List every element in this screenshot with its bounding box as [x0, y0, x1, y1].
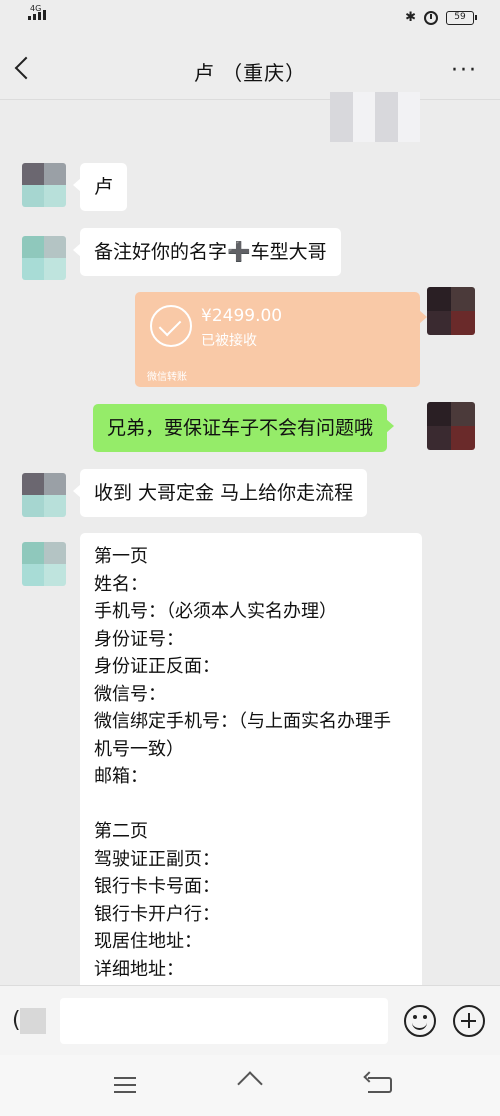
- check-icon: [150, 305, 192, 347]
- transfer-card[interactable]: ¥2499.00 已被接收 微信转账: [135, 292, 427, 387]
- home-icon[interactable]: [238, 1073, 262, 1097]
- status-bar: 4G ✱ 59: [0, 0, 500, 38]
- status-icons: ✱ 59: [405, 10, 477, 25]
- signal-indicator: 4G: [28, 4, 46, 20]
- message-bubble-sent[interactable]: 兄弟，要保证车子不会有问题哦: [93, 404, 395, 452]
- message-bubble-received[interactable]: 卢: [72, 163, 128, 211]
- form-line: 邮箱：: [94, 766, 148, 787]
- contact-avatar[interactable]: [22, 473, 66, 517]
- form-line: 详细地址：: [94, 958, 184, 980]
- message-text: 备注好你的名字➕车型大哥: [94, 241, 327, 263]
- blurred-region: [330, 92, 420, 142]
- signal-bar: [28, 16, 31, 20]
- form-line: 驾驶证正副页：: [94, 848, 220, 870]
- form-line: 姓名：: [94, 573, 148, 595]
- message-text: 卢: [94, 176, 114, 198]
- message-input[interactable]: [60, 998, 388, 1044]
- message-text: 收到 大哥定金 马上给你走流程: [94, 482, 354, 504]
- my-avatar[interactable]: [427, 287, 475, 335]
- signal-bar: [43, 10, 46, 20]
- chat-header: 卢 （重庆） ···: [0, 38, 500, 100]
- chat-title: 卢 （重庆）: [193, 61, 307, 85]
- form-line: 微信绑定手机号：（与上面实名办理手机号一致）: [94, 711, 391, 760]
- transfer-amount: ¥2499.00: [201, 306, 283, 326]
- form-line: 第一页: [94, 546, 148, 567]
- message-bubble-form[interactable]: 第一页 姓名： 手机号：（必须本人实名办理） 身份证号： 身份证正反面： 微信号…: [80, 533, 422, 1003]
- form-blank-line: [94, 791, 408, 819]
- menu-icon[interactable]: [114, 1077, 136, 1093]
- voice-icon-blur: [20, 1008, 46, 1034]
- transfer-status: 已被接收: [201, 333, 257, 349]
- form-line: 身份证号：: [94, 628, 184, 650]
- form-line: 银行卡开户行：: [94, 903, 220, 925]
- signal-bar: [33, 14, 36, 20]
- contact-avatar[interactable]: [22, 542, 66, 586]
- plus-icon[interactable]: [453, 1005, 485, 1037]
- message-text: 兄弟，要保证车子不会有问题哦: [107, 417, 374, 439]
- form-line: 手机号：（必须本人实名办理）: [94, 601, 337, 622]
- form-line: 银行卡卡号面：: [94, 876, 220, 897]
- message-bubble-received[interactable]: 收到 大哥定金 马上给你走流程: [72, 469, 368, 517]
- input-bar: (: [0, 985, 500, 1055]
- contact-avatar[interactable]: [22, 163, 66, 207]
- emoji-icon[interactable]: [404, 1005, 436, 1037]
- form-line: 身份证正反面：: [94, 656, 220, 677]
- signal-bar: [38, 12, 41, 20]
- contact-avatar[interactable]: [22, 236, 66, 280]
- battery-indicator: 59: [446, 10, 477, 25]
- system-nav-bar: [0, 1055, 500, 1116]
- form-line: 微信号：: [94, 683, 166, 705]
- message-bubble-received[interactable]: 备注好你的名字➕车型大哥: [73, 228, 341, 276]
- back-nav-icon[interactable]: [368, 1077, 392, 1093]
- network-type: 4G: [30, 4, 42, 13]
- bluetooth-icon: ✱: [405, 10, 416, 25]
- form-line: 第二页: [94, 821, 148, 842]
- my-avatar[interactable]: [427, 402, 475, 450]
- transfer-label: 微信转账: [147, 372, 187, 383]
- alarm-icon: [424, 10, 438, 25]
- form-line: 现居住地址：: [94, 931, 202, 952]
- more-icon[interactable]: ···: [451, 58, 478, 83]
